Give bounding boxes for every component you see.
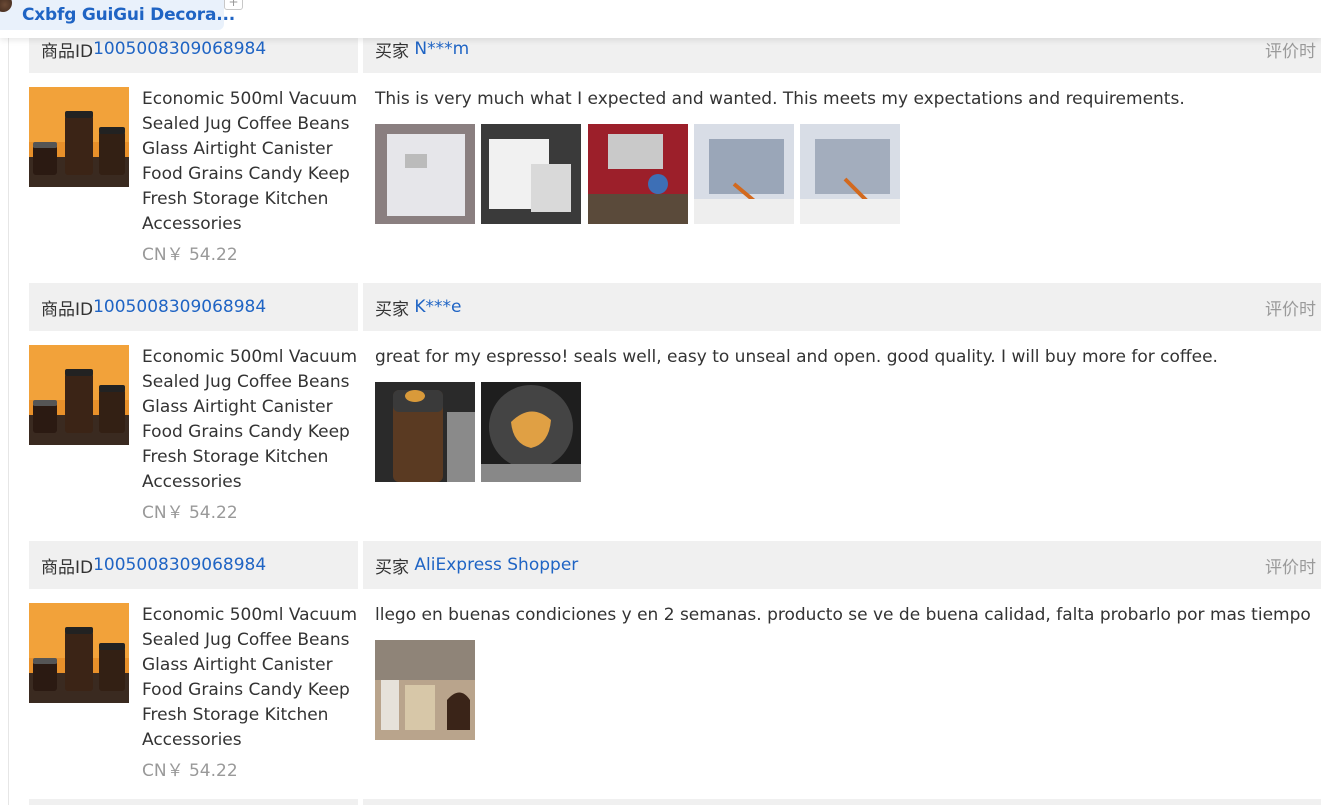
product-id-header: 商品ID 1005008309068984 [29, 541, 358, 589]
product-name[interactable]: Economic 500ml Vacuum Sealed Jug Coffee … [142, 603, 357, 753]
buyer-label: 买家 [375, 41, 409, 62]
tab-title: Cxbfg GuiGui Decora... [22, 5, 236, 25]
buyer-header: 买家 AliExpress Shopper 评价时 [363, 541, 1321, 589]
buyer-label: 买家 [375, 557, 409, 578]
product-price: CN￥ 54.22 [142, 761, 238, 781]
buyer-label: 买家 [375, 299, 409, 320]
buyer-name-link[interactable]: K***e [414, 297, 461, 317]
review-row: 商品ID 1005008309068984 买家 K***e 评价时 Econo… [0, 283, 1321, 541]
product-name[interactable]: Economic 500ml Vacuum Sealed Jug Coffee … [142, 345, 357, 495]
add-tab-button[interactable]: + [224, 0, 243, 10]
review-row: 商品ID 1005008309068984 买家 N***m 评价时 Econo… [0, 25, 1321, 283]
product-thumbnail[interactable] [29, 87, 129, 187]
review-photo[interactable] [588, 124, 688, 224]
review-photo[interactable] [375, 124, 475, 224]
product-id-label: 商品ID [41, 557, 94, 578]
product-id-label: 商品ID [41, 299, 94, 320]
review-photo[interactable] [375, 640, 475, 740]
review-comment: This is very much what I expected and wa… [375, 89, 1185, 109]
review-time-label: 评价时 [1265, 557, 1316, 578]
product-id-header: 商品ID 1005008309068984 [29, 283, 358, 331]
review-row [0, 799, 1321, 805]
product-id-header [29, 799, 358, 805]
product-id-label: 商品ID [41, 41, 94, 62]
product-price: CN￥ 54.22 [142, 245, 238, 265]
review-comment: llego en buenas condiciones y en 2 seman… [375, 605, 1311, 625]
tab-bar: Cxbfg GuiGui Decora... + [0, 0, 1321, 38]
review-photo[interactable] [481, 382, 581, 482]
product-id-link[interactable]: 1005008309068984 [93, 555, 266, 575]
review-time-label: 评价时 [1265, 299, 1316, 320]
review-photo[interactable] [800, 124, 900, 224]
product-price: CN￥ 54.22 [142, 503, 238, 523]
product-name[interactable]: Economic 500ml Vacuum Sealed Jug Coffee … [142, 87, 357, 237]
product-thumbnail[interactable] [29, 603, 129, 703]
buyer-header: 买家 K***e 评价时 [363, 283, 1321, 331]
review-comment: great for my espresso! seals well, easy … [375, 347, 1218, 367]
buyer-header [363, 799, 1321, 805]
review-row: 商品ID 1005008309068984 买家 AliExpress Shop… [0, 541, 1321, 799]
review-photo[interactable] [375, 382, 475, 482]
product-id-link[interactable]: 1005008309068984 [93, 297, 266, 317]
review-photo[interactable] [481, 124, 581, 224]
product-id-link[interactable]: 1005008309068984 [93, 39, 266, 59]
store-avatar-icon [0, 0, 12, 12]
tab-store[interactable]: Cxbfg GuiGui Decora... [0, 0, 235, 30]
buyer-name-link[interactable]: AliExpress Shopper [414, 555, 578, 575]
buyer-name-link[interactable]: N***m [414, 39, 469, 59]
product-thumbnail[interactable] [29, 345, 129, 445]
review-photo[interactable] [694, 124, 794, 224]
left-divider [8, 38, 9, 805]
